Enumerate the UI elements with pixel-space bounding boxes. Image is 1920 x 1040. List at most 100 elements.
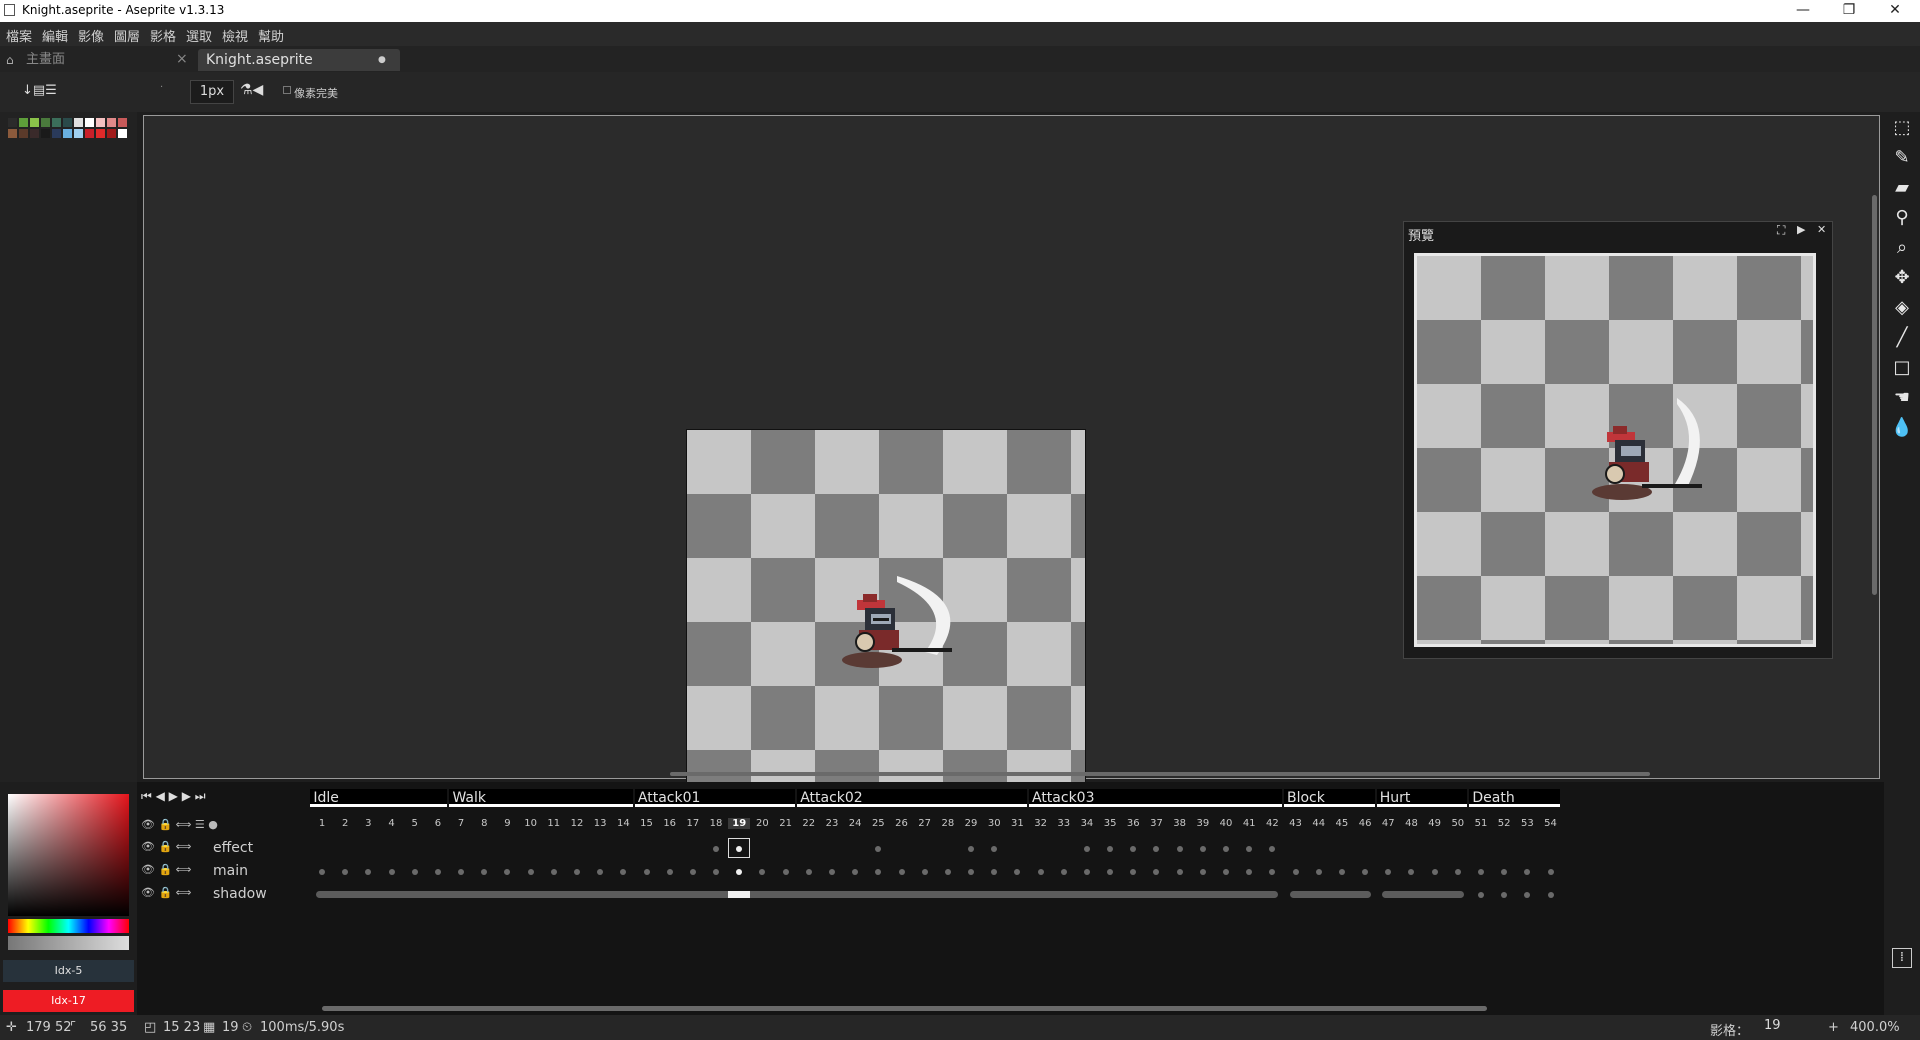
menu-help[interactable]: 幫助: [258, 26, 284, 45]
cel-dot[interactable]: [875, 869, 882, 875]
frame-number[interactable]: 2: [334, 818, 356, 829]
frame-field[interactable]: 19: [1760, 1018, 1824, 1036]
layer-visibility-lock-icons[interactable]: 👁 🔒 ⟺: [141, 863, 191, 876]
frame-number[interactable]: 18: [705, 818, 727, 829]
frame-number[interactable]: 36: [1122, 818, 1144, 829]
linked-cel-bar[interactable]: [316, 891, 1279, 898]
cel-dot[interactable]: [944, 869, 951, 875]
move-icon[interactable]: ✥: [1890, 266, 1914, 290]
cel-dot[interactable]: [1037, 869, 1044, 875]
palette-swatch[interactable]: [8, 118, 17, 127]
palette-swatch[interactable]: [41, 129, 50, 138]
close-button[interactable]: ✕: [1872, 0, 1918, 22]
cel-dot[interactable]: [388, 869, 395, 875]
cel-dot[interactable]: [898, 869, 905, 875]
zoom-in-icon[interactable]: +: [1828, 1020, 1839, 1035]
frame-number[interactable]: 44: [1308, 818, 1330, 829]
frame-number[interactable]: 22: [798, 818, 820, 829]
cel-dot[interactable]: [1524, 892, 1531, 898]
cel-dot[interactable]: [1153, 846, 1160, 852]
cel-dot[interactable]: [319, 869, 325, 875]
layer-name[interactable]: effect: [213, 840, 253, 856]
frame-number[interactable]: 5: [404, 818, 426, 829]
frame-number[interactable]: 3: [357, 818, 379, 829]
frame-number[interactable]: 45: [1331, 818, 1353, 829]
eraser-icon[interactable]: ▰: [1890, 176, 1914, 200]
tab-knight[interactable]: Knight.aseprite ●: [198, 49, 400, 71]
cel-dot[interactable]: [1501, 892, 1508, 898]
timeline-toggle-icon[interactable]: ⁞: [1892, 948, 1912, 968]
cel-dot[interactable]: [921, 869, 928, 875]
frame-number[interactable]: 24: [844, 818, 866, 829]
cel-dot[interactable]: [411, 869, 418, 875]
menu-edit[interactable]: 編輯: [42, 26, 68, 45]
cel-dot[interactable]: [1176, 846, 1183, 852]
sprite-canvas[interactable]: [686, 429, 1086, 829]
frame-number[interactable]: 42: [1261, 818, 1283, 829]
cel-dot[interactable]: [666, 869, 673, 875]
cel-dot[interactable]: [1478, 892, 1484, 898]
background-color-button[interactable]: Idx-17: [3, 990, 134, 1012]
preview-close-icon[interactable]: ✕: [1817, 223, 1826, 236]
preview-window[interactable]: 預覽 ⛶ ▶ ✕: [1403, 221, 1833, 659]
cel-dot[interactable]: [365, 869, 372, 875]
palette-swatch[interactable]: [96, 129, 105, 138]
layer-row-shadow[interactable]: 👁 🔒 ⟺ shadow: [137, 884, 1562, 906]
palette-swatch[interactable]: [8, 129, 17, 138]
frame-number[interactable]: 13: [589, 818, 611, 829]
maximize-button[interactable]: ❐: [1826, 0, 1872, 22]
frame-number[interactable]: 6: [427, 818, 449, 829]
frame-number[interactable]: 54: [1540, 818, 1562, 829]
palette-swatch[interactable]: [30, 118, 39, 127]
frame-number[interactable]: 1: [311, 818, 333, 829]
preview-fullscreen-icon[interactable]: ⛶: [1777, 223, 1785, 238]
cel-dot[interactable]: [991, 869, 998, 875]
frame-number[interactable]: 31: [1006, 818, 1028, 829]
frame-number[interactable]: 39: [1192, 818, 1214, 829]
blur-icon[interactable]: 💧: [1890, 416, 1914, 440]
preview-play-icon[interactable]: ▶: [1797, 223, 1805, 236]
line-icon[interactable]: ╱: [1890, 326, 1914, 350]
cel-dot[interactable]: [550, 869, 557, 875]
layer-visibility-lock-icons[interactable]: 👁 🔒 ⟺: [141, 886, 191, 899]
frame-number[interactable]: 26: [891, 818, 913, 829]
palette-swatch[interactable]: [85, 118, 94, 127]
frame-number[interactable]: 14: [612, 818, 634, 829]
pencil-icon[interactable]: ✎: [1890, 146, 1914, 170]
menu-select[interactable]: 選取: [186, 26, 212, 45]
tab-home[interactable]: ⌂ 主畫面 ×: [0, 49, 196, 71]
frame-number[interactable]: 19: [728, 818, 751, 829]
cel-dot[interactable]: [1083, 846, 1090, 852]
layer-name[interactable]: shadow: [213, 886, 267, 902]
cel-dot[interactable]: [643, 869, 650, 875]
ink-icon[interactable]: ⚗◀: [240, 82, 263, 98]
palette-swatch[interactable]: [74, 118, 83, 127]
cel-dot[interactable]: [1083, 869, 1090, 875]
zoom-level[interactable]: 400.0%: [1850, 1020, 1900, 1035]
frame-number[interactable]: 15: [636, 818, 658, 829]
rectangle-icon[interactable]: □: [1890, 356, 1914, 380]
horizontal-scrollbar[interactable]: [670, 772, 1650, 776]
palette-swatch[interactable]: [118, 129, 127, 138]
frame-number[interactable]: 33: [1053, 818, 1075, 829]
cel-dot[interactable]: [689, 869, 696, 875]
cel-dot[interactable]: [573, 869, 580, 875]
frame-number[interactable]: 37: [1145, 818, 1167, 829]
frame-number[interactable]: 12: [566, 818, 588, 829]
palette-swatch[interactable]: [74, 129, 83, 138]
cel-dot[interactable]: [805, 869, 812, 875]
cel-dot[interactable]: [991, 846, 998, 852]
hue-slider[interactable]: [8, 919, 129, 933]
pixel-perfect-checkbox[interactable]: [283, 86, 291, 94]
cel-dot[interactable]: [458, 869, 465, 875]
timeline[interactable]: ⏮ ◀ ▶ ▶ ⏭ Idle Walk Attack01 Attack02 Attack…: [137, 782, 1884, 1015]
frame-number[interactable]: 48: [1400, 818, 1422, 829]
cel-dot[interactable]: [1338, 869, 1345, 875]
cel-dot[interactable]: [1107, 869, 1114, 875]
cel-dot[interactable]: [1547, 869, 1554, 875]
frame-number[interactable]: 46: [1354, 818, 1376, 829]
frame-number[interactable]: 16: [659, 818, 681, 829]
cel-dot[interactable]: [1454, 869, 1461, 875]
frame-number[interactable]: 11: [543, 818, 565, 829]
cel-dot[interactable]: [782, 869, 789, 875]
